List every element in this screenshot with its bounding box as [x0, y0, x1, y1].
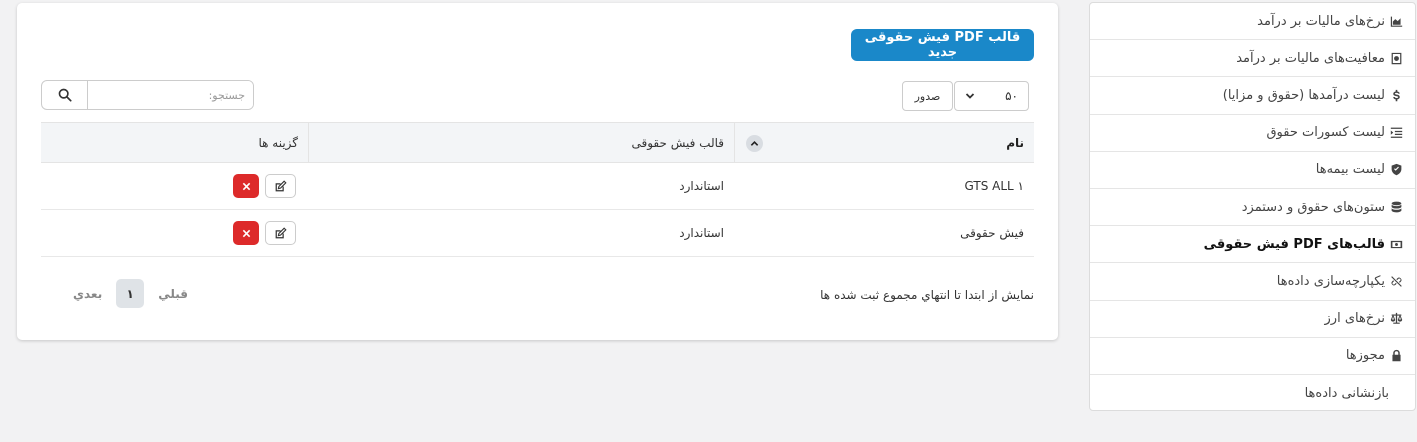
- previous-page-button[interactable]: قبلي: [152, 287, 194, 301]
- sidebar-item-label: یکپارچه‌سازی داده‌ها: [1276, 273, 1385, 289]
- export-button[interactable]: صدور: [902, 81, 953, 111]
- indent-list-icon: [1389, 126, 1403, 140]
- sort-toggle[interactable]: [746, 135, 763, 152]
- column-header-template[interactable]: قالب فیش حقوقی: [308, 123, 734, 162]
- sidebar-item-permissions[interactable]: مجوزها: [1090, 338, 1415, 375]
- sidebar-item-label: لیست بیمه‌ها: [1315, 162, 1385, 178]
- money-bill-icon: [1389, 237, 1403, 251]
- sidebar-item-label: لیست کسورات حقوق: [1266, 125, 1385, 141]
- close-icon: [242, 182, 250, 190]
- edit-button[interactable]: [265, 221, 296, 245]
- templates-table: نام قالب فیش حقوقی گزینه ها GTS ALL ۱ اس…: [41, 122, 1034, 257]
- chevron-down-icon: [965, 93, 975, 99]
- sidebar-item-data-integration[interactable]: یکپارچه‌سازی داده‌ها: [1090, 263, 1415, 301]
- close-icon: [242, 229, 250, 237]
- receipt-icon: [1389, 51, 1403, 65]
- scale-icon: [1389, 312, 1403, 326]
- next-page-button[interactable]: بعدي: [67, 287, 108, 301]
- link-slash-icon: [1389, 274, 1403, 288]
- sidebar-item-deductions-list[interactable]: لیست کسورات حقوق: [1090, 115, 1415, 152]
- dollar-icon: [1389, 88, 1403, 102]
- sidebar-item-label: ستون‌های حقوق و دستمزد: [1241, 199, 1385, 215]
- sidebar-item-payslip-pdf-templates[interactable]: قالب‌های PDF فیش حقوقی: [1090, 226, 1415, 264]
- sidebar-item-income-tax-rates[interactable]: نرخ‌های مالیات بر درآمد: [1090, 3, 1415, 41]
- database-icon: [1389, 200, 1403, 214]
- cell-template: استاندارد: [679, 226, 724, 240]
- chart-area-icon: [1389, 14, 1403, 28]
- records-info: نمايش از ابتدا تا انتهاي مجموع ثبت شده ه…: [820, 288, 1034, 302]
- sidebar-item-label: معافیت‌های مالیات بر درآمد: [1236, 50, 1385, 66]
- settings-sidebar: نرخ‌های مالیات بر درآمد معافیت‌های مالیا…: [1089, 2, 1416, 411]
- pagination: بعدي ۱ قبلي: [67, 279, 194, 308]
- lock-icon: [1389, 349, 1403, 363]
- column-header-options: گزینه ها: [258, 135, 298, 150]
- table-row: فیش حقوقی استاندارد: [41, 210, 1034, 257]
- shield-icon: [1389, 163, 1403, 177]
- sidebar-item-label: بازنشانی داده‌ها: [1304, 385, 1389, 401]
- table-row: GTS ALL ۱ استاندارد: [41, 163, 1034, 210]
- delete-button[interactable]: [233, 174, 259, 198]
- sidebar-item-reset-data[interactable]: بازنشانی داده‌ها: [1090, 375, 1415, 410]
- chevron-up-icon: [750, 141, 759, 146]
- sidebar-item-label: قالب‌های PDF فیش حقوقی: [1203, 236, 1385, 252]
- sidebar-item-label: نرخ‌های ارز: [1324, 311, 1385, 327]
- cell-template: استاندارد: [679, 179, 724, 193]
- cell-options: [41, 163, 308, 209]
- sidebar-item-exchange-rates[interactable]: نرخ‌های ارز: [1090, 301, 1415, 338]
- search-button[interactable]: [42, 81, 88, 109]
- search-icon: [58, 88, 72, 102]
- main-card: قالب PDF فیش حقوقی جدید ۵۰ صدور نام قالب…: [17, 3, 1058, 340]
- page-size-value: ۵۰: [1005, 89, 1018, 103]
- edit-icon: [275, 226, 287, 238]
- new-payslip-template-button[interactable]: قالب PDF فیش حقوقی جدید: [851, 29, 1034, 61]
- sidebar-item-payroll-columns[interactable]: ستون‌های حقوق و دستمزد: [1090, 189, 1415, 227]
- sidebar-item-income-tax-exemptions[interactable]: معافیت‌های مالیات بر درآمد: [1090, 40, 1415, 78]
- search-input[interactable]: [88, 81, 253, 109]
- edit-icon: [275, 179, 287, 191]
- column-header-name[interactable]: نام: [734, 123, 1034, 162]
- delete-button[interactable]: [233, 221, 259, 245]
- page-size-select[interactable]: ۵۰: [954, 81, 1029, 111]
- sidebar-item-insurance-list[interactable]: لیست بیمه‌ها: [1090, 152, 1415, 189]
- search-box: [41, 80, 254, 110]
- sidebar-item-label: لیست درآمدها (حقوق و مزایا): [1222, 87, 1385, 103]
- sidebar-item-label: نرخ‌های مالیات بر درآمد: [1257, 13, 1385, 29]
- edit-button[interactable]: [265, 174, 296, 198]
- cell-name: فیش حقوقی: [960, 226, 1024, 240]
- sidebar-item-income-list[interactable]: لیست درآمدها (حقوق و مزایا): [1090, 77, 1415, 115]
- page-number-button[interactable]: ۱: [116, 279, 145, 308]
- cell-name: GTS ALL ۱: [964, 179, 1024, 193]
- sidebar-item-label: مجوزها: [1345, 348, 1385, 364]
- table-header: نام قالب فیش حقوقی گزینه ها: [41, 122, 1034, 163]
- cell-options: [41, 210, 308, 256]
